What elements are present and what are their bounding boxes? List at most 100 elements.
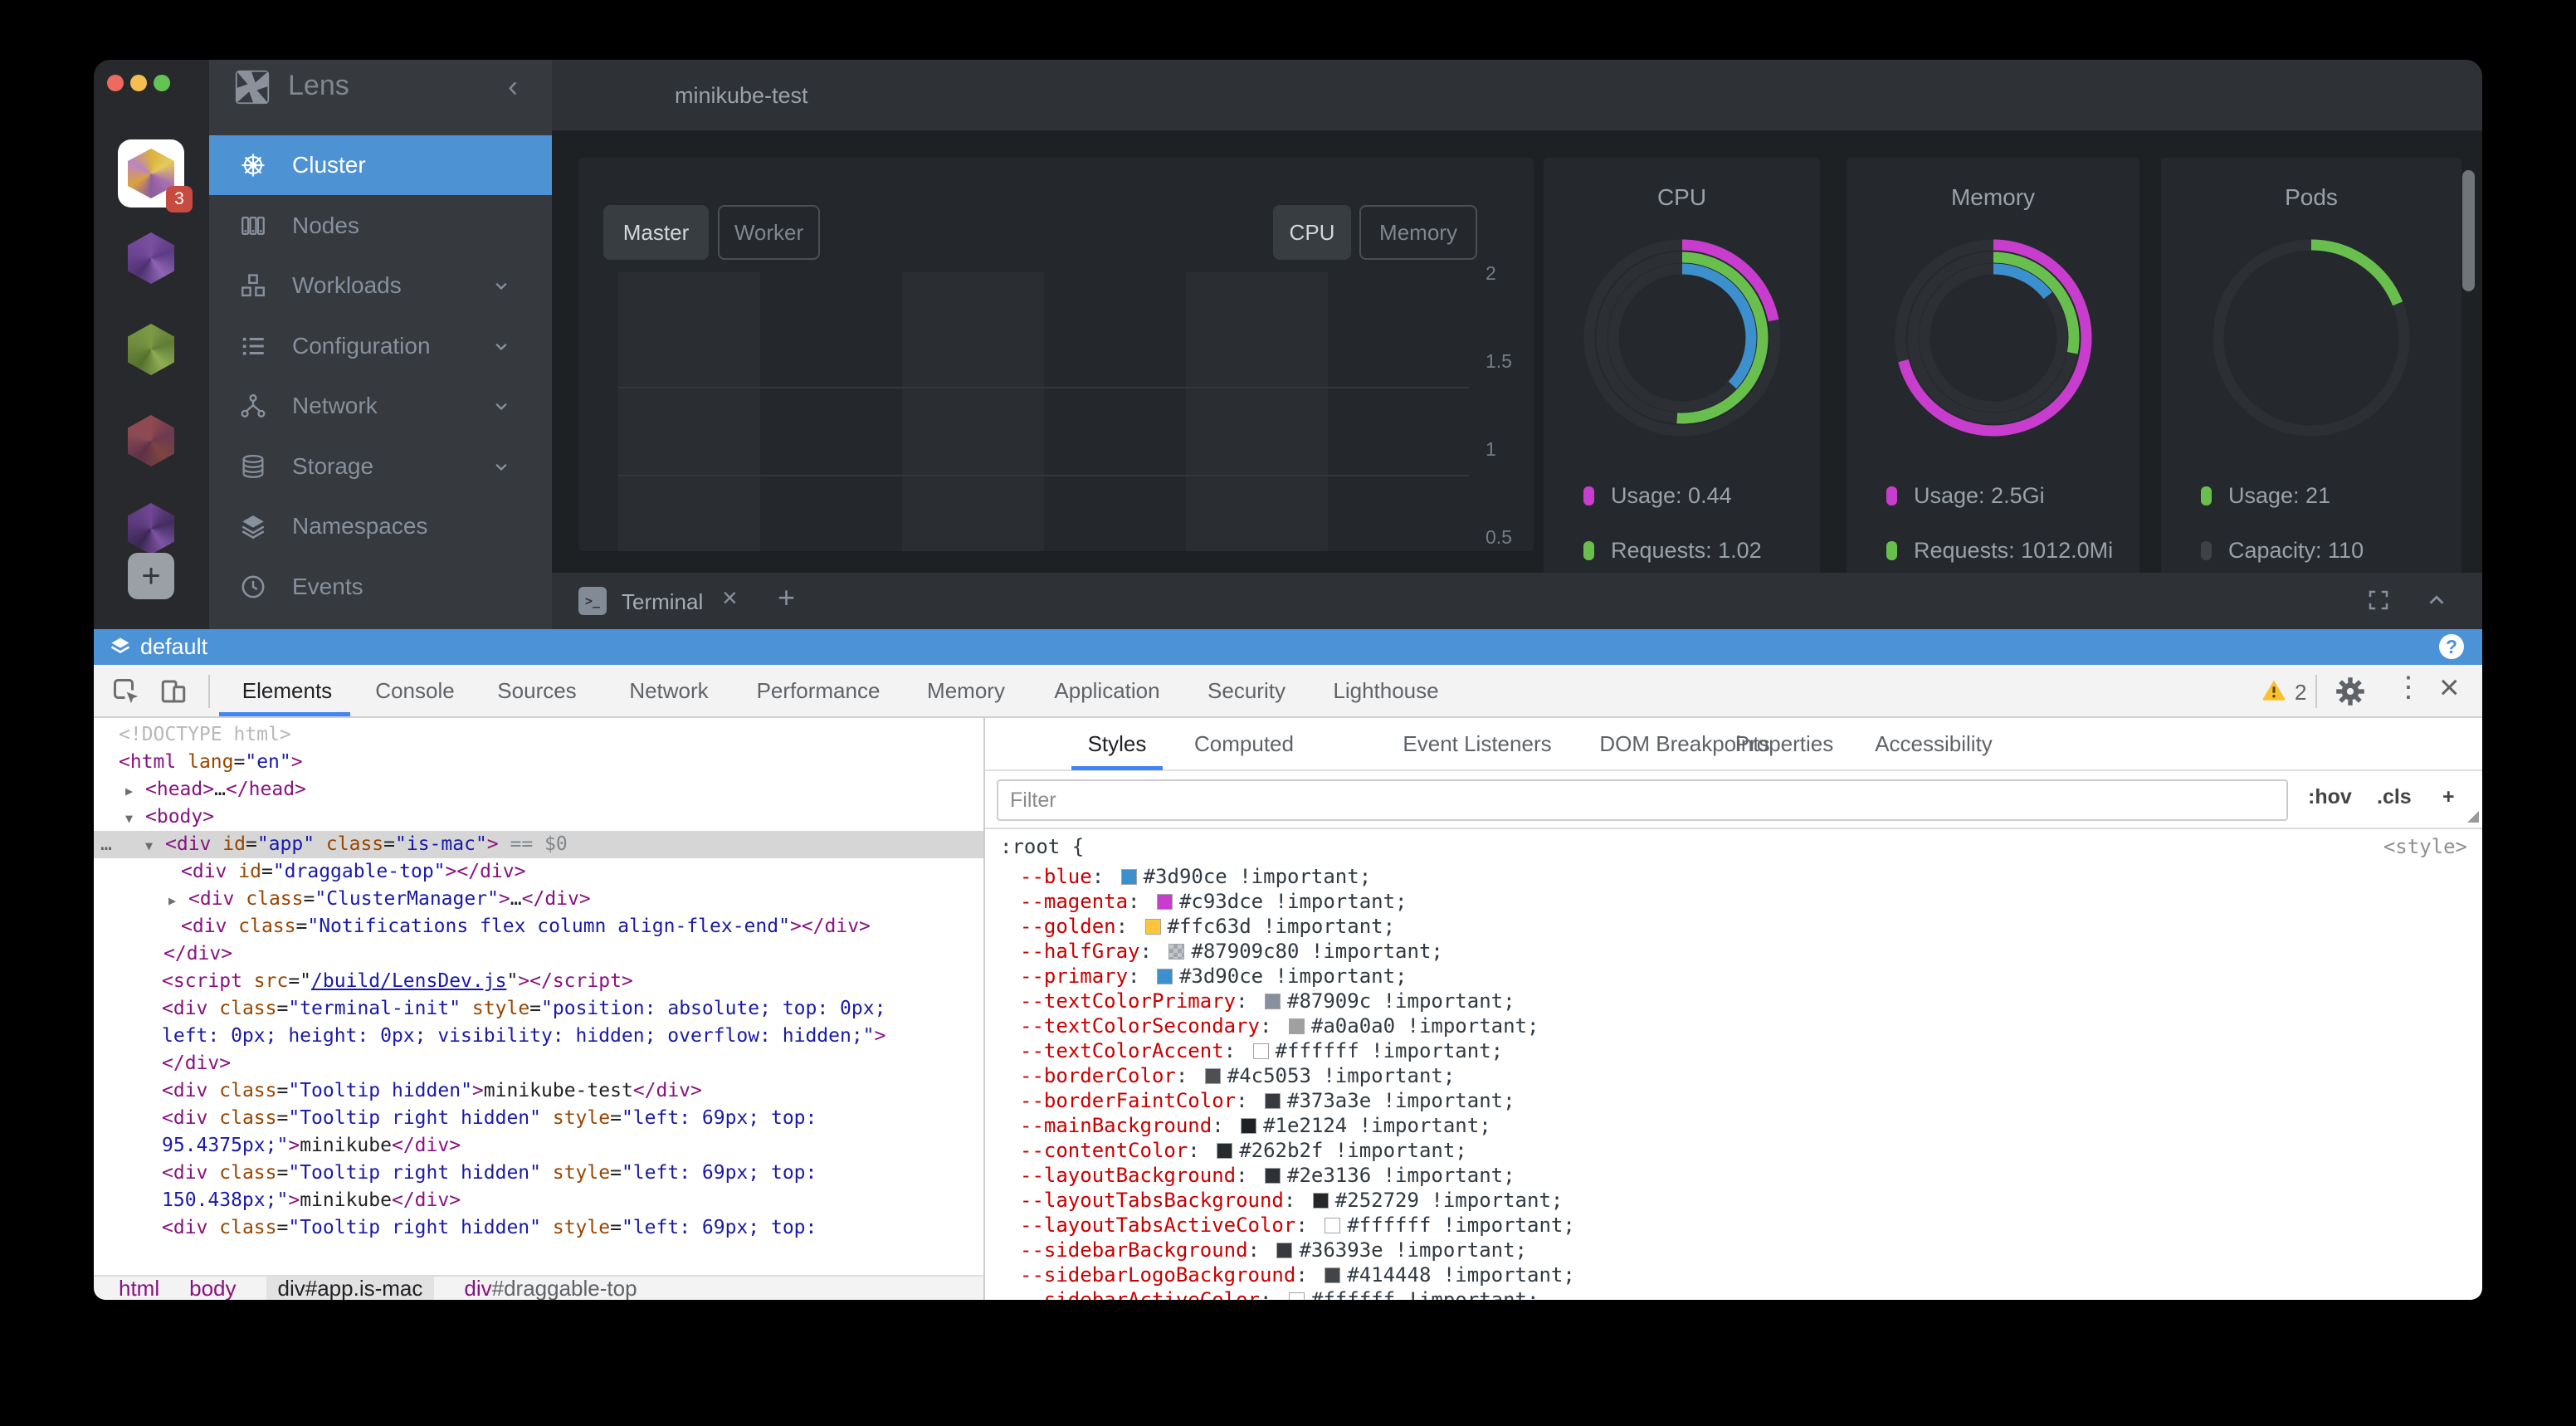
tab-console[interactable]: Console xyxy=(375,665,454,716)
gear-icon[interactable] xyxy=(2334,676,2366,707)
style-source-link[interactable]: <style> xyxy=(2383,829,2467,864)
cluster-tile[interactable] xyxy=(128,415,174,466)
dom-tree-node[interactable]: <div class="Tooltip right hidden" style=… xyxy=(94,1160,983,1187)
device-toolbar-icon[interactable] xyxy=(159,676,188,706)
color-swatch[interactable] xyxy=(1289,1292,1305,1300)
chevron-down-icon[interactable] xyxy=(490,274,513,297)
dashboard-scrollbar[interactable] xyxy=(2462,170,2475,291)
sidebar-item-nodes[interactable]: Nodes xyxy=(209,196,552,256)
css-property[interactable]: --golden: #ffc63d !important; xyxy=(985,914,2482,939)
dom-tree-node[interactable]: 95.4375px;">minikube</div> xyxy=(94,1132,983,1160)
breadcrumb-item[interactable]: div#draggable-top xyxy=(464,1276,637,1301)
tab-memory[interactable]: Memory xyxy=(927,665,1005,716)
tab-application[interactable]: Application xyxy=(1054,665,1159,716)
sidebar-item-events[interactable]: Events xyxy=(209,557,552,617)
dom-tree-node[interactable]: <div class="Tooltip hidden">minikube-tes… xyxy=(94,1077,983,1105)
tab-performance[interactable]: Performance xyxy=(757,665,881,716)
css-property[interactable]: --sidebarActiveColor: #ffffff !important… xyxy=(985,1287,2482,1300)
color-swatch[interactable] xyxy=(1145,919,1161,935)
terminal-tab[interactable]: Terminal xyxy=(622,589,703,615)
css-property[interactable]: --textColorPrimary: #87909c !important; xyxy=(985,989,2482,1013)
sidebar-collapse-icon[interactable]: ‹ xyxy=(508,69,518,104)
css-property[interactable]: --borderFaintColor: #373a3e !important; xyxy=(985,1088,2482,1113)
breadcrumb-item-selected[interactable]: div#app.is-mac xyxy=(266,1275,435,1300)
css-property[interactable]: --mainBackground: #1e2124 !important; xyxy=(985,1113,2482,1138)
color-swatch[interactable] xyxy=(1241,1118,1256,1134)
color-swatch[interactable] xyxy=(1217,1143,1232,1159)
color-swatch[interactable] xyxy=(1325,1267,1340,1283)
color-swatch[interactable] xyxy=(1157,969,1173,984)
sidebar-item-namespaces[interactable]: Namespaces xyxy=(209,496,552,556)
color-swatch[interactable] xyxy=(1265,1168,1281,1184)
node-tab-worker[interactable]: Worker xyxy=(718,205,820,260)
sidebar-item-workloads[interactable]: Workloads xyxy=(209,256,552,315)
dom-tree-node[interactable]: </div> xyxy=(94,940,983,968)
zoom-window-button[interactable] xyxy=(154,75,170,91)
color-swatch[interactable] xyxy=(1289,1018,1305,1034)
css-selector[interactable]: :root { xyxy=(1000,835,1084,858)
close-window-button[interactable] xyxy=(107,75,124,91)
breadcrumb-item[interactable]: html xyxy=(119,1276,159,1301)
dom-tree-node[interactable]: <div class="Tooltip right hidden" style=… xyxy=(94,1105,983,1132)
color-swatch[interactable] xyxy=(1265,994,1281,1009)
node-tab-master[interactable]: Master xyxy=(603,205,709,260)
close-icon[interactable]: × xyxy=(2439,667,2460,707)
styles-filter-input[interactable] xyxy=(997,779,2288,821)
dom-tree-node[interactable]: ▶<head>…</head> xyxy=(94,776,983,803)
css-property[interactable]: --halfGray: #87909c80 !important; xyxy=(985,939,2482,964)
dom-tree-node[interactable]: <div class="terminal-init" style="positi… xyxy=(94,995,983,1023)
terminal-add-icon[interactable]: + xyxy=(778,580,795,615)
cluster-tile[interactable] xyxy=(128,232,174,284)
css-property[interactable]: --textColorAccent: #ffffff !important; xyxy=(985,1038,2482,1063)
css-property[interactable]: --primary: #3d90ce !important; xyxy=(985,964,2482,989)
styles-tab-computed[interactable]: Computed xyxy=(1194,718,1294,769)
css-property[interactable]: --contentColor: #262b2f !important; xyxy=(985,1138,2482,1163)
sidebar-item-configuration[interactable]: Configuration xyxy=(209,316,552,376)
tab-sources[interactable]: Sources xyxy=(497,665,576,716)
color-swatch[interactable] xyxy=(1276,1243,1292,1258)
css-property[interactable]: --borderColor: #4c5053 !important; xyxy=(985,1063,2482,1088)
cluster-tab-title[interactable]: minikube-test xyxy=(675,83,808,109)
color-swatch[interactable] xyxy=(1313,1193,1329,1209)
chevron-down-icon[interactable] xyxy=(490,394,513,418)
console-warnings[interactable]: 2 xyxy=(2261,677,2306,708)
terminal-expand-icon[interactable] xyxy=(2366,588,2391,617)
tab-lighthouse[interactable]: Lighthouse xyxy=(1333,665,1438,716)
minimize-window-button[interactable] xyxy=(130,75,147,91)
color-swatch[interactable] xyxy=(1168,944,1184,960)
dom-tree-node[interactable]: 150.438px;">minikube</div> xyxy=(94,1187,983,1214)
color-swatch[interactable] xyxy=(1157,894,1173,910)
dom-tree-node[interactable]: <div class="Tooltip right hidden" style=… xyxy=(94,1214,983,1242)
css-property[interactable]: --layoutTabsBackground: #252729 !importa… xyxy=(985,1188,2482,1213)
kebab-menu-icon[interactable]: ⋮ xyxy=(2394,671,2422,704)
new-style-rule-button[interactable]: + xyxy=(2442,785,2455,809)
styles-tab-styles[interactable]: Styles xyxy=(1088,718,1147,769)
css-property[interactable]: --layoutBackground: #2e3136 !important; xyxy=(985,1163,2482,1188)
add-cluster-button[interactable]: + xyxy=(128,553,174,599)
css-property[interactable]: --blue: #3d90ce !important; xyxy=(985,864,2482,889)
sidebar-item-storage[interactable]: Storage xyxy=(209,437,552,496)
dom-tree-node[interactable]: <div class="Notifications flex column al… xyxy=(94,913,983,940)
help-icon[interactable]: ? xyxy=(2439,634,2464,659)
color-swatch[interactable] xyxy=(1205,1068,1221,1084)
sidebar-item-cluster[interactable]: Cluster xyxy=(209,135,552,195)
color-swatch[interactable] xyxy=(1121,869,1137,885)
class-toggle[interactable]: .cls xyxy=(2377,785,2412,809)
styles-tab-properties[interactable]: Properties xyxy=(1735,718,1834,769)
css-property[interactable]: --layoutTabsActiveColor: #ffffff !import… xyxy=(985,1213,2482,1238)
metric-tab-cpu[interactable]: CPU xyxy=(1273,205,1351,260)
dom-tree-node[interactable]: ▼<body> xyxy=(94,803,983,831)
cluster-tile[interactable] xyxy=(128,503,174,554)
dom-tree-node[interactable]: …▼<div id="app" class="is-mac"> == $0 xyxy=(94,831,983,858)
dom-tree-node[interactable]: <!DOCTYPE html> xyxy=(94,721,983,749)
tab-elements[interactable]: Elements xyxy=(242,665,332,716)
color-swatch[interactable] xyxy=(1265,1093,1281,1109)
inspect-element-icon[interactable] xyxy=(111,676,141,706)
elements-tree-panel[interactable]: <!DOCTYPE html><html lang="en">▶<head>…<… xyxy=(94,718,983,1275)
cluster-tile[interactable] xyxy=(128,324,174,375)
pseudo-state-toggle[interactable]: :hov xyxy=(2308,785,2352,809)
terminal-collapse-icon[interactable] xyxy=(2424,588,2449,617)
terminal-close-icon[interactable]: × xyxy=(722,583,738,613)
cluster-tile-active[interactable]: 3 xyxy=(118,139,184,208)
breadcrumb-item[interactable]: body xyxy=(189,1276,236,1301)
